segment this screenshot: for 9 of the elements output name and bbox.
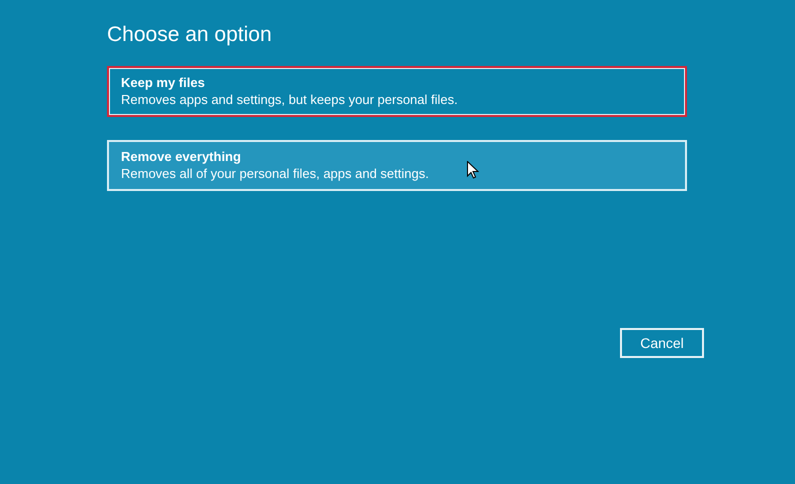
page-title: Choose an option — [107, 22, 273, 48]
cursor-icon — [467, 161, 479, 179]
cancel-button[interactable]: Cancel — [620, 328, 704, 358]
option-card[interactable]: Keep my files Removes apps and settings, but keeps your personal files. — [107, 66, 687, 117]
option-description: Removes all of your personal files, apps and settings. — [121, 165, 429, 182]
option-card[interactable]: Remove everything Removes all of your personal files, apps and settings. — [107, 140, 687, 191]
option-title: Remove everything — [121, 149, 241, 165]
option-title: Keep my files — [121, 75, 205, 91]
option-description: Removes apps and settings, but keeps your personal files. — [121, 91, 458, 108]
